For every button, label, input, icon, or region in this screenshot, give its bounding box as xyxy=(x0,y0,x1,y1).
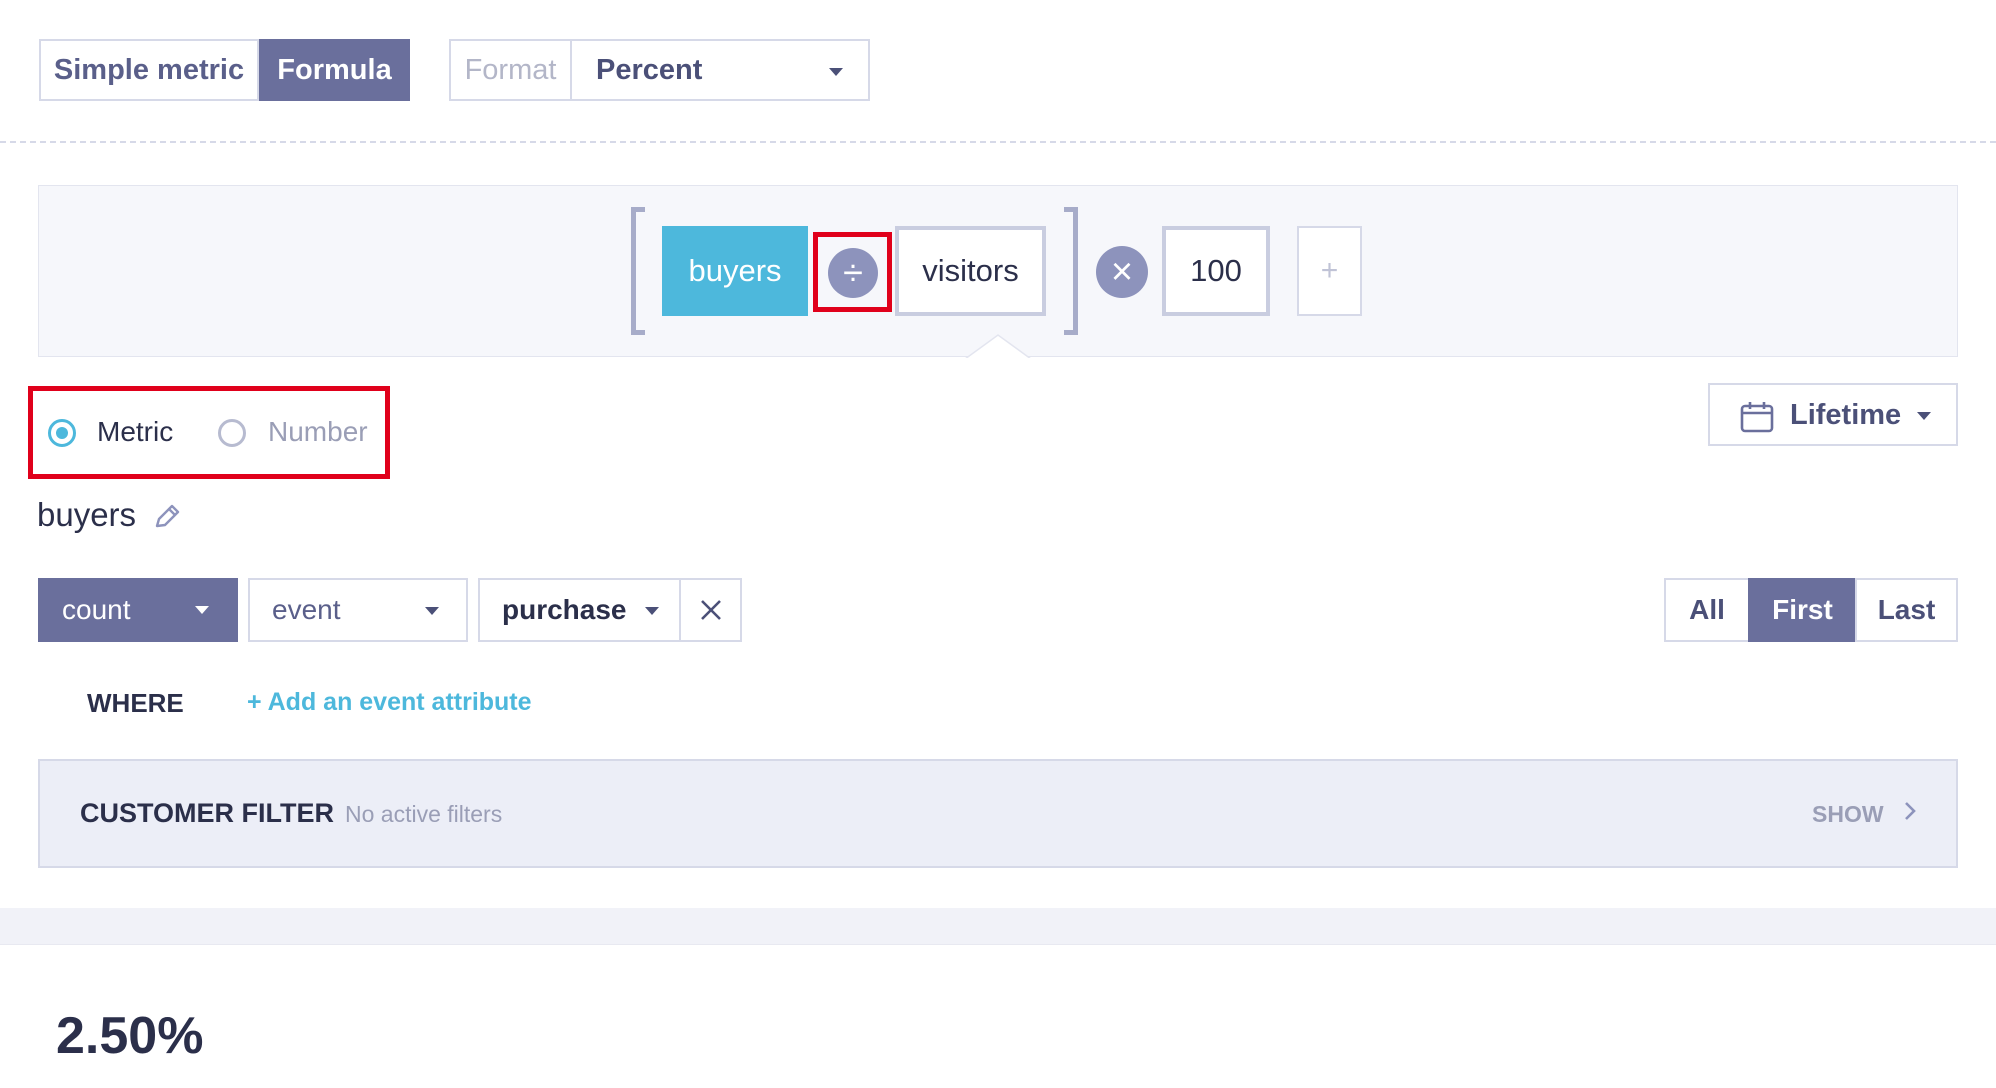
customer-filter-bar[interactable]: CUSTOMER FILTER No active filters SHOW xyxy=(38,759,1958,868)
section-divider xyxy=(0,141,1996,143)
customer-filter-title: CUSTOMER FILTER xyxy=(80,798,334,828)
occurrence-first[interactable]: First xyxy=(1748,578,1857,642)
chevron-down-icon xyxy=(425,607,439,615)
metric-name: buyers xyxy=(37,496,137,533)
source-select[interactable]: event xyxy=(248,578,468,642)
formula-token-buyers[interactable]: buyers xyxy=(662,226,808,316)
calendar-icon xyxy=(1740,402,1774,433)
number-radio[interactable] xyxy=(218,419,246,447)
formula-token-visitors[interactable]: visitors xyxy=(895,226,1046,316)
group-bracket-open xyxy=(631,207,645,335)
formula-token-constant[interactable]: 100 xyxy=(1162,226,1270,316)
customer-filter-show[interactable]: SHOW xyxy=(1812,801,1884,828)
pointer-notch xyxy=(965,334,1031,360)
format-value: Percent xyxy=(596,53,703,86)
close-icon xyxy=(700,600,721,620)
customer-filter-status: No active filters xyxy=(345,801,503,827)
metric-radio[interactable] xyxy=(48,419,76,447)
event-name-value: purchase xyxy=(502,594,627,625)
add-event-attribute-link[interactable]: + Add an event attribute xyxy=(247,688,532,717)
event-name-select[interactable]: purchase xyxy=(478,578,681,642)
chevron-down-icon xyxy=(645,607,659,615)
divide-operator[interactable]: ÷ xyxy=(828,248,878,298)
metric-radio-label[interactable]: Metric xyxy=(97,416,173,448)
group-bracket-close xyxy=(1064,207,1078,335)
aggregation-value: count xyxy=(62,594,131,625)
chevron-down-icon xyxy=(195,606,209,614)
chevron-right-icon[interactable] xyxy=(1902,799,1918,823)
simple-metric-tab[interactable]: Simple metric xyxy=(39,39,259,101)
result-value: 2.50% xyxy=(56,1007,204,1065)
pencil-icon[interactable] xyxy=(152,502,182,532)
aggregation-select[interactable]: count xyxy=(38,578,238,642)
result-panel xyxy=(0,944,1996,1088)
where-label: WHERE xyxy=(87,688,184,718)
format-select[interactable]: Percent xyxy=(570,39,870,101)
date-range-value: Lifetime xyxy=(1790,399,1902,431)
source-value: event xyxy=(272,594,341,625)
formula-tab[interactable]: Formula xyxy=(259,39,410,101)
occurrence-all[interactable]: All xyxy=(1664,578,1750,642)
remove-event-button[interactable] xyxy=(679,578,742,642)
add-token-button[interactable]: + xyxy=(1297,226,1362,316)
date-range-select[interactable]: Lifetime xyxy=(1708,383,1958,446)
multiply-operator[interactable]: × xyxy=(1096,246,1148,298)
chevron-down-icon xyxy=(1917,412,1931,420)
format-label: Format xyxy=(449,39,572,101)
number-radio-label[interactable]: Number xyxy=(268,416,368,448)
occurrence-last[interactable]: Last xyxy=(1855,578,1958,642)
radio-selected-dot xyxy=(56,427,68,439)
chevron-down-icon xyxy=(829,68,843,76)
